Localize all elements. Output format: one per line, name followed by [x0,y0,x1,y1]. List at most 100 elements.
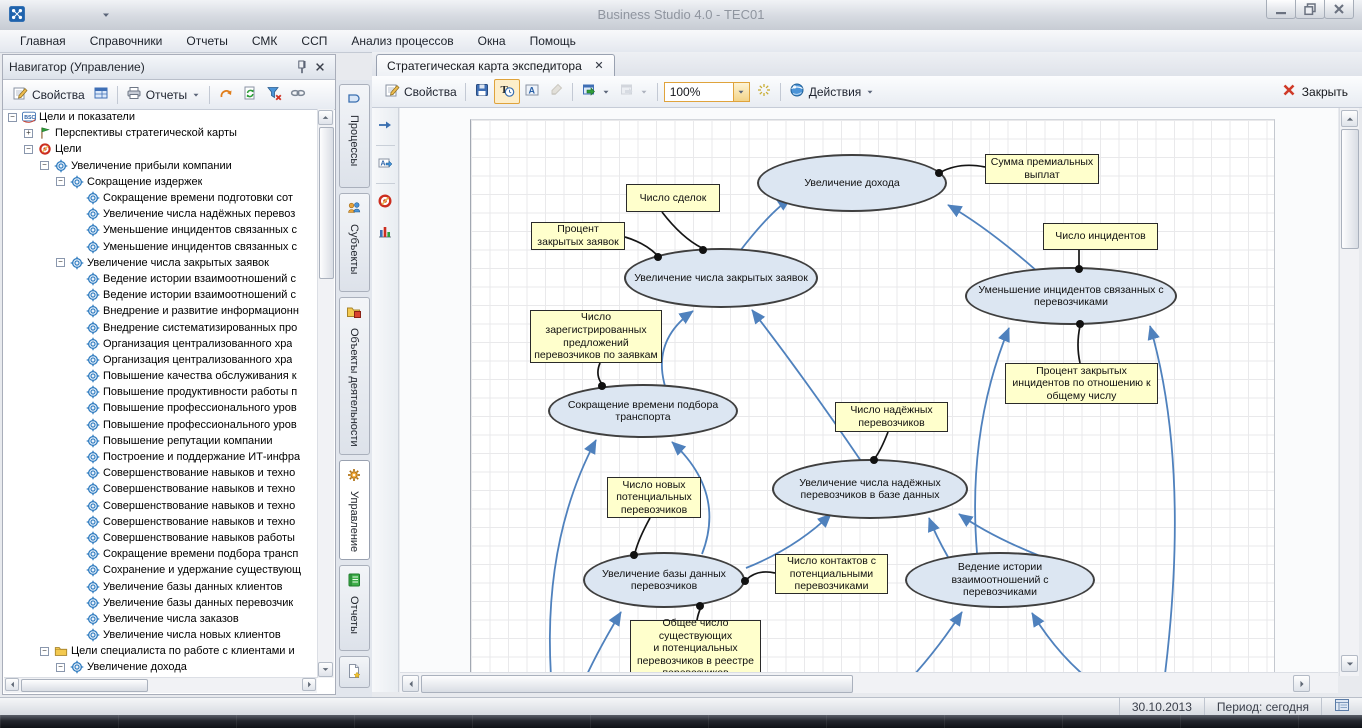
tree-item[interactable]: Увеличение числа новых клиентов [4,627,317,643]
properties-button[interactable]: Свойства [8,83,89,106]
export-alt-button[interactable] [615,80,653,103]
time-mode-toggle[interactable]: T [494,79,520,104]
scroll-thumb[interactable] [421,675,853,693]
tree-item[interactable]: −Цели [4,141,317,157]
minimize-button[interactable] [1266,0,1296,19]
menu-item-3[interactable]: Отчеты [174,31,239,51]
indicator-node[interactable]: Число зарегистрированных предложений пер… [530,310,662,363]
tree-item[interactable]: Сокращение времени подбора трансп [4,546,317,562]
reports-button[interactable]: Отчеты [122,83,205,106]
tree-expander[interactable]: − [56,177,65,186]
status-detail-cell[interactable] [1321,698,1362,715]
tree-expander[interactable]: + [24,129,33,138]
tree-item[interactable]: Совершенствование навыков и техно [4,465,317,481]
menu-item-1[interactable]: Главная [8,31,78,51]
scroll-left-button[interactable] [402,675,419,692]
export-button[interactable] [577,80,615,103]
indicator-node[interactable]: Число сделок [626,184,720,212]
tree-item[interactable]: Совершенствование навыков и техно [4,498,317,514]
menu-item-4[interactable]: СМК [240,31,290,51]
arrow-tool-button[interactable] [373,115,397,138]
sidebar-tab-objects[interactable]: Объекты деятельности [339,297,370,455]
tree-item[interactable]: Внедрение и развитие информационн [4,303,317,319]
sidebar-tab-reports[interactable]: Отчеты [339,565,370,651]
refresh-button[interactable] [238,83,262,106]
tree-item[interactable]: Совершенствование навыков работы [4,530,317,546]
tree-item[interactable]: −Увеличение числа закрытых заявок [4,255,317,271]
tree-item[interactable]: Увеличение базы данных перевозчик [4,595,317,611]
tree-item[interactable]: Повышение продуктивности работы п [4,384,317,400]
tree-item[interactable]: Организация централизованного хра [4,336,317,352]
scroll-thumb[interactable] [319,127,334,279]
diagram-canvas[interactable]: Увеличение дохода Увеличение числа закрыт… [400,108,1338,672]
tree-item[interactable]: Ведение истории взаимоотношений с [4,287,317,303]
tree-vertical-scrollbar[interactable] [317,109,334,678]
tree-item[interactable]: Повышение профессионального уров [4,417,317,433]
goal-node[interactable]: Сокращение времени подбора транспорта [548,384,738,438]
goal-node[interactable]: Увеличение базы данных перевозчиков [583,552,745,608]
tree-expander[interactable]: − [56,663,65,672]
tree-item[interactable]: −Увеличение прибыли компании [4,158,317,174]
tree-item[interactable]: Увеличение базы данных клиентов [4,578,317,594]
tree-item[interactable]: Сохранение и удержание существующ [4,562,317,578]
menu-item-8[interactable]: Помощь [518,31,588,51]
indicator-node[interactable]: Общее число существующих и потенциальных… [630,620,761,672]
goal-node[interactable]: Ведение истории взаимоотношений с перево… [905,552,1095,608]
scroll-up-button[interactable] [318,110,333,125]
tree-item[interactable]: −Цели специалиста по работе с клиентами … [4,643,317,659]
goal-node[interactable]: Увеличение дохода [757,154,947,212]
indicator-node[interactable]: Процент закрытых инцидентов по отношению… [1005,363,1158,404]
tree-item[interactable]: Повышение профессионального уров [4,400,317,416]
clear-filter-button[interactable] [262,83,286,106]
sidebar-tab-subjects[interactable]: Субъекты [339,193,370,292]
fit-refresh-button[interactable] [752,80,776,103]
tree-item[interactable]: Уменьшение инцидентов связанных с [4,239,317,255]
new-diagram-tab[interactable] [339,656,370,688]
link-button[interactable] [286,83,310,106]
windows-taskbar[interactable] [0,715,1362,728]
tree-item[interactable]: Построение и поддержание ИТ-инфра [4,449,317,465]
chevron-down-icon[interactable] [733,83,749,101]
window-view-button[interactable] [89,83,113,106]
tree-item[interactable]: Внедрение систематизированных про [4,319,317,335]
goal-node[interactable]: Увеличение числа закрытых заявок [624,248,818,308]
tree-item[interactable]: Повышение репутации компании [4,433,317,449]
tab-strategic-map[interactable]: Стратегическая карта экспедитора [376,54,615,76]
pin-icon[interactable] [293,58,311,76]
tree-item[interactable]: Увеличение числа заказов [4,611,317,627]
tree-expander[interactable]: − [8,113,17,122]
indicator-node[interactable]: Число инцидентов [1043,223,1158,250]
menu-item-7[interactable]: Окна [466,31,518,51]
scroll-right-button[interactable] [302,678,316,691]
tree-expander[interactable]: − [24,145,33,154]
zoom-level-combo[interactable]: 100% [664,82,750,102]
status-period[interactable]: Период: сегодня [1204,698,1321,715]
scroll-thumb[interactable] [1341,129,1359,249]
restore-button[interactable] [1295,0,1325,19]
indicator-node[interactable]: Процент закрытых заявок [531,222,625,250]
tree-item[interactable]: Повышение качества обслуживания к [4,368,317,384]
tree-item[interactable]: Совершенствование навыков и техно [4,481,317,497]
scroll-up-button[interactable] [1341,110,1358,127]
tree-item[interactable]: −BSCЦели и показатели [4,109,317,125]
scroll-down-button[interactable] [1341,655,1358,672]
tree-item[interactable]: Сокращение времени подготовки сот [4,190,317,206]
tree-expander[interactable]: − [40,161,49,170]
close-panel-icon[interactable] [311,58,329,76]
tree-item[interactable]: +Перспективы стратегической карты [4,125,317,141]
sidebar-tab-management[interactable]: Управление [339,460,370,560]
scroll-left-button[interactable] [5,678,19,691]
scroll-down-button[interactable] [318,662,333,677]
goal-node[interactable]: Увеличение числа надёжных перевозчиков в… [772,459,968,519]
close-view-button[interactable]: Закрыть [1275,80,1354,103]
scroll-thumb[interactable] [21,679,148,692]
indicator-node[interactable]: Число надёжных перевозчиков [835,402,948,432]
chart-bars-button[interactable] [373,221,397,244]
menu-item-5[interactable]: ССП [289,31,339,51]
tree-item[interactable]: −Увеличение дохода [4,659,317,675]
actions-button[interactable]: Действия [785,80,880,103]
tree-expander[interactable]: − [56,258,65,267]
image-tool-button[interactable]: A [373,153,397,176]
tree-expander[interactable]: − [40,647,49,656]
indicator-node[interactable]: Число новых потенциальных перевозчиков [607,477,701,518]
